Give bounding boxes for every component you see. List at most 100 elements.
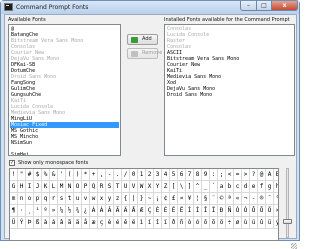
char-cell: Y	[154, 181, 162, 193]
char-cell: W	[138, 181, 146, 193]
char-cell: L	[50, 181, 58, 193]
char-cell: È	[154, 205, 162, 217]
char-cell: Z	[162, 181, 170, 193]
monospace-checkbox-label[interactable]: Show only monospace fonts	[18, 160, 88, 166]
char-cell: Ý	[18, 217, 26, 229]
char-cell: (	[66, 169, 74, 181]
char-cell: >	[242, 169, 250, 181]
char-cell: Ì	[186, 205, 194, 217]
installed-fonts-list[interactable]: Consolas Lucida Console Raster Consolas ASCI…	[164, 24, 295, 156]
char-cell: e	[250, 181, 258, 193]
char-cell: ì	[138, 217, 146, 229]
char-cell: ý	[274, 217, 278, 229]
char-cell: «	[234, 193, 242, 205]
char-cell: ù	[242, 217, 250, 229]
char-cell: "	[18, 169, 26, 181]
char-cell: \	[178, 181, 186, 193]
add-button[interactable]: Add	[127, 34, 158, 45]
char-cell: Ç	[146, 205, 154, 217]
char-cell: ï	[162, 217, 170, 229]
char-cell: ¤	[178, 193, 186, 205]
char-cell: ¡	[154, 193, 162, 205]
char-cell: Ã	[114, 205, 122, 217]
char-cell: ½	[66, 205, 74, 217]
char-cell: 4	[162, 169, 170, 181]
char-cell: Ü	[10, 217, 18, 229]
char-cell: w	[90, 193, 98, 205]
char-cell: h	[274, 181, 278, 193]
installed-font-item[interactable]: Droid Sans Mono	[166, 92, 293, 98]
monospace-checkbox[interactable]: ✓	[9, 160, 15, 166]
char-cell: a	[218, 181, 226, 193]
char-cell: ñ	[178, 217, 186, 229]
add-button-label: Add	[142, 36, 152, 42]
char-cell: º	[42, 205, 50, 217]
char-cell: ê	[122, 217, 130, 229]
char-cell: H	[18, 181, 26, 193]
remove-button[interactable]: Remove	[127, 48, 162, 59]
char-cell: ;	[218, 169, 226, 181]
maximize-button[interactable]: □	[256, 1, 272, 11]
char-cell: Ñ	[226, 205, 234, 217]
char-cell: ª	[226, 193, 234, 205]
available-fonts-list[interactable]: @ BatangChe Bitstream Vera Sans Mono Consol…	[8, 24, 121, 156]
minimize-button[interactable]: –	[240, 1, 257, 11]
char-cell: ¥	[186, 193, 194, 205]
char-cell: 1	[138, 169, 146, 181]
char-cell: Ê	[170, 205, 178, 217]
char-cell: /	[122, 169, 130, 181]
char-cell: ë	[130, 217, 138, 229]
char-cell: R	[98, 181, 106, 193]
char-cell: v	[82, 193, 90, 205]
char-cell: N	[66, 181, 74, 193]
char-cell: z	[114, 193, 122, 205]
available-font-item[interactable]: SimHei	[10, 152, 119, 155]
char-cell: |	[130, 193, 138, 205]
close-button[interactable]: x	[271, 1, 298, 11]
title-bar[interactable]: Command Prompt Fonts – □ x	[1, 1, 299, 14]
char-cell: å	[82, 217, 90, 229]
char-cell: U	[122, 181, 130, 193]
char-cell: 5	[170, 169, 178, 181]
char-cell: ð	[170, 217, 178, 229]
char-cell: æ	[90, 217, 98, 229]
char-cell: t	[66, 193, 74, 205]
preview-size-slider[interactable]	[283, 166, 292, 241]
char-cell: Q	[90, 181, 98, 193]
char-cell: {	[122, 193, 130, 205]
char-cell: û	[258, 217, 266, 229]
char-cell: -	[106, 169, 114, 181]
char-cell: ¿	[82, 205, 90, 217]
char-cell: ®	[258, 193, 266, 205]
char-cell: ç	[98, 217, 106, 229]
char-cell: T	[114, 181, 122, 193]
window: Command Prompt Fonts – □ x Available Fon…	[0, 0, 300, 249]
char-cell: ¦	[194, 193, 202, 205]
char-cell: ÷	[226, 217, 234, 229]
char-cell: §	[202, 193, 210, 205]
char-cell: 8	[194, 169, 202, 181]
char-cell: ó	[194, 217, 202, 229]
resize-grip[interactable]	[291, 243, 297, 249]
char-cell: #	[26, 169, 34, 181]
char-cell: ¶	[10, 205, 18, 217]
character-preview-grid: ! " # $% & '() * +, -./0 1 2 3 4 5 6 7 8 9:; < = >? @ A B G H I J K L…	[9, 168, 279, 241]
char-cell: ·	[18, 205, 26, 217]
char-cell: î	[154, 217, 162, 229]
char-cell: ^	[194, 181, 202, 193]
char-cell: d	[242, 181, 250, 193]
char-cell: ©	[218, 193, 226, 205]
char-cell: £	[170, 193, 178, 205]
char-cell: 9	[202, 169, 210, 181]
char-cell: f	[258, 181, 266, 193]
char-cell: Ö	[266, 205, 274, 217]
char-cell: Õ	[258, 205, 266, 217]
char-cell: S	[106, 181, 114, 193]
char-cell: Ô	[250, 205, 258, 217]
slider-thumb[interactable]	[283, 219, 292, 224]
char-cell: ß	[34, 217, 42, 229]
char-cell: g	[266, 181, 274, 193]
char-cell: ö	[218, 217, 226, 229]
char-cell: °	[274, 193, 278, 205]
char-cell: %	[42, 169, 50, 181]
